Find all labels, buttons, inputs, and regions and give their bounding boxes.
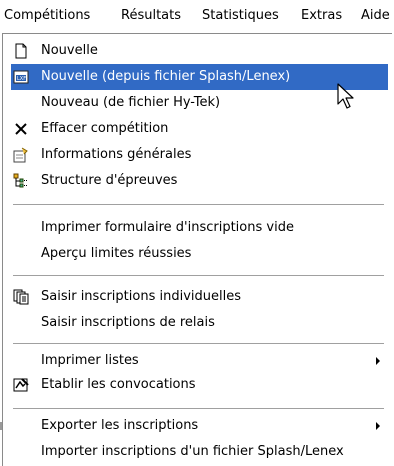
menu-item-saisir-individuelles[interactable]: Saisir inscriptions individuelles [11,284,388,310]
menu-item-label: Etablir les convocations [41,377,196,392]
menu-extras[interactable]: Extras [301,0,342,32]
menu-competitions[interactable]: Compétitions [4,0,90,32]
mouse-cursor-icon [336,82,360,112]
menu-item-label: Saisir inscriptions individuelles [41,289,241,304]
menu-item-label: Nouvelle [41,43,98,58]
menu-item-exporter[interactable]: Exporter les inscriptions [11,413,388,439]
submenu-arrow-icon [376,357,380,365]
window-edge-mark [0,422,2,430]
menu-separator [13,204,384,206]
svg-text:LXF: LXF [17,76,26,82]
menu-item-label: Imprimer formulaire d'inscriptions vide [41,220,294,235]
menu-item-label: Exporter les inscriptions [41,418,199,433]
lenex-file-icon: LXF [13,69,29,85]
menu-separator [13,408,384,410]
menu-separator [13,343,384,345]
menu-item-nouvelle[interactable]: Nouvelle [11,38,388,64]
menu-aide[interactable]: Aide [361,0,390,32]
info-properties-icon [13,147,29,163]
menu-item-informations[interactable]: Informations générales [11,142,388,168]
menu-item-label: Nouvelle (depuis fichier Splash/Lenex) [41,69,291,84]
entries-pages-icon [13,289,29,305]
tree-structure-icon [13,173,29,189]
menu-item-label: Informations générales [41,147,192,162]
menu-item-importer[interactable]: Importer inscriptions d'un fichier Splas… [11,439,388,465]
menu-item-nouvelle-lenex[interactable]: LXF Nouvelle (depuis fichier Splash/Lene… [11,64,388,90]
new-document-icon [13,43,29,59]
menu-item-imprimer-listes[interactable]: Imprimer listes [11,348,388,374]
menu-item-label: Structure d'épreuves [41,173,178,188]
menu-item-label: Nouveau (de fichier Hy-Tek) [41,95,221,110]
convocation-icon [13,377,29,393]
menu-item-label: Aperçu limites réussies [41,246,192,261]
menu-item-apercu-limites[interactable]: Aperçu limites réussies [11,241,388,267]
menu-item-nouveau-hytek[interactable]: Nouveau (de fichier Hy-Tek) [11,90,388,116]
menu-item-structure[interactable]: Structure d'épreuves [11,168,388,194]
menu-item-label: Effacer compétition [41,121,169,136]
menu-resultats[interactable]: Résultats [121,0,181,32]
competitions-dropdown-menu: Nouvelle LXF Nouvelle (depuis fichier Sp… [2,33,392,466]
menu-bar: Compétitions Résultats Statistiques Extr… [0,0,394,32]
delete-x-icon [13,121,29,137]
menu-item-convocations[interactable]: Etablir les convocations [11,372,388,398]
menu-item-label: Saisir inscriptions de relais [41,315,215,330]
menu-item-imprimer-formulaire[interactable]: Imprimer formulaire d'inscriptions vide [11,215,388,241]
menu-item-effacer[interactable]: Effacer compétition [11,116,388,142]
menu-statistiques[interactable]: Statistiques [202,0,279,32]
menu-item-label: Imprimer listes [41,353,139,368]
menu-item-saisir-relais[interactable]: Saisir inscriptions de relais [11,310,388,336]
menu-separator [13,275,384,277]
menu-item-label: Importer inscriptions d'un fichier Splas… [41,444,344,459]
submenu-arrow-icon [376,422,380,430]
